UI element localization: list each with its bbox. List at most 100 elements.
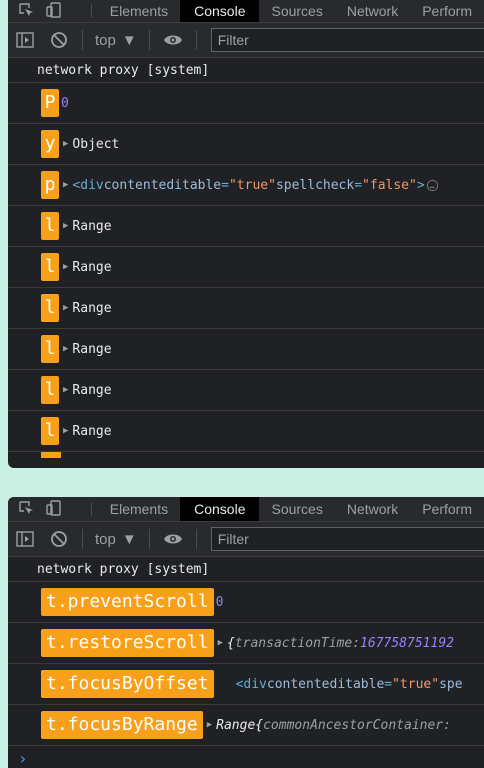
console-toolbar: top ▼ bbox=[8, 23, 484, 58]
console-toolbar: top ▼ bbox=[8, 522, 484, 557]
tab-elements[interactable]: Elements bbox=[98, 0, 180, 22]
log-badge: l bbox=[41, 335, 59, 363]
element-attr-eq: = bbox=[221, 177, 229, 193]
tab-performance[interactable]: Perform bbox=[410, 497, 484, 521]
system-message-text: network proxy [system] bbox=[37, 62, 210, 78]
filter-input[interactable] bbox=[210, 527, 484, 551]
log-row-partial bbox=[8, 452, 484, 458]
device-toolbar-icon[interactable] bbox=[46, 1, 62, 21]
element-tag-open[interactable]: <div bbox=[236, 677, 267, 692]
expand-triangle-icon[interactable]: ▶ bbox=[63, 221, 68, 231]
log-number-value: 0 bbox=[215, 594, 224, 610]
object-value: 167758751192 bbox=[360, 635, 454, 651]
log-object-value[interactable]: Range bbox=[72, 383, 111, 398]
element-attr-value: "true" bbox=[392, 676, 440, 692]
object-brace: { bbox=[255, 717, 264, 733]
expand-triangle-icon[interactable]: ▶ bbox=[63, 385, 68, 395]
log-badge: l bbox=[41, 212, 59, 240]
log-row: l ▶ Range bbox=[8, 370, 484, 411]
live-expression-eye-icon[interactable] bbox=[156, 532, 190, 546]
log-row: p ▶ <div contenteditable = "true" spellche… bbox=[8, 165, 484, 206]
log-badge: l bbox=[41, 376, 59, 404]
log-row: t.focusByRange ▶ Range {commonAncestorCo… bbox=[8, 705, 484, 746]
log-object-value[interactable]: Range bbox=[72, 301, 111, 316]
log-badge: p bbox=[41, 171, 59, 199]
log-badge: t.preventScroll bbox=[41, 588, 214, 616]
object-colon: : bbox=[352, 635, 361, 651]
toolbar-separator bbox=[148, 30, 150, 50]
expand-triangle-icon[interactable]: ▶ bbox=[207, 720, 212, 730]
log-badge: t.restoreScroll bbox=[41, 629, 214, 657]
expand-triangle-icon[interactable]: ▶ bbox=[63, 303, 68, 313]
tab-console[interactable]: Console bbox=[180, 497, 260, 521]
log-object-value[interactable]: Range bbox=[72, 219, 111, 234]
clear-console-icon[interactable] bbox=[42, 31, 76, 49]
inspect-element-icon[interactable] bbox=[18, 2, 34, 21]
ellipsis-icon[interactable]: … bbox=[426, 179, 438, 191]
prompt-chevron-icon: › bbox=[18, 748, 28, 768]
log-row: t.preventScroll 0 bbox=[8, 582, 484, 623]
system-message-text: network proxy [system] bbox=[37, 561, 210, 577]
log-object-value[interactable]: Range bbox=[72, 424, 111, 439]
object-type-name[interactable]: Range bbox=[216, 718, 255, 733]
tab-sources[interactable]: Sources bbox=[259, 0, 334, 22]
tab-network[interactable]: Network bbox=[335, 0, 410, 22]
inspect-element-icon[interactable] bbox=[18, 500, 34, 519]
tab-console[interactable]: Console bbox=[180, 0, 260, 22]
clear-console-icon[interactable] bbox=[42, 530, 76, 548]
devtools-tab-bar: Elements Console Sources Network Perform bbox=[8, 0, 484, 23]
toolbar-separator bbox=[82, 529, 83, 549]
system-message: network proxy [system] bbox=[8, 58, 484, 83]
tab-bar-tools bbox=[8, 1, 85, 21]
object-key: commonAncestorContainer bbox=[263, 717, 444, 733]
expand-triangle-icon[interactable]: ▶ bbox=[63, 180, 68, 190]
element-attr-name: spellcheck bbox=[275, 177, 355, 193]
element-attr-name: spe bbox=[439, 676, 463, 692]
expand-triangle-icon[interactable]: ▶ bbox=[63, 139, 68, 149]
element-tag-open[interactable]: <div bbox=[72, 178, 103, 193]
sidebar-toggle-icon[interactable] bbox=[8, 531, 42, 547]
log-row: l ▶ Range bbox=[8, 411, 484, 452]
expand-triangle-icon[interactable]: ▶ bbox=[63, 262, 68, 272]
element-tag-close: > bbox=[416, 177, 425, 193]
log-badge: t.focusByOffset bbox=[41, 670, 214, 698]
log-badge: t.focusByRange bbox=[41, 711, 203, 739]
log-badge: P bbox=[41, 89, 59, 117]
expand-triangle-icon[interactable]: ▶ bbox=[63, 426, 68, 436]
console-prompt[interactable]: › bbox=[8, 746, 484, 768]
tab-sources[interactable]: Sources bbox=[259, 497, 334, 521]
tab-separator bbox=[90, 4, 92, 18]
log-object-value[interactable]: Range bbox=[72, 342, 111, 357]
filter-input[interactable] bbox=[210, 28, 484, 52]
context-label: top bbox=[95, 31, 116, 49]
tab-performance[interactable]: Perform bbox=[410, 0, 484, 22]
devtools-tab-bar: Elements Console Sources Network Perform bbox=[8, 497, 484, 522]
tab-elements[interactable]: Elements bbox=[98, 497, 180, 521]
context-selector[interactable]: top ▼ bbox=[89, 531, 143, 548]
context-label: top bbox=[95, 530, 116, 548]
sidebar-toggle-icon[interactable] bbox=[8, 32, 42, 48]
devtools-panel-top: Elements Console Sources Network Perform… bbox=[8, 0, 484, 468]
object-key: transactionTime bbox=[234, 635, 353, 651]
tab-bar-tools bbox=[8, 499, 85, 519]
expand-triangle-icon[interactable]: ▶ bbox=[63, 344, 68, 354]
element-attr-eq: = bbox=[354, 177, 363, 193]
tab-network[interactable]: Network bbox=[335, 497, 410, 521]
toolbar-separator bbox=[195, 529, 197, 549]
log-object-value[interactable]: Range bbox=[72, 260, 111, 275]
element-attr-value: "false" bbox=[362, 177, 417, 193]
element-attr-eq: = bbox=[384, 676, 393, 692]
toolbar-separator bbox=[195, 30, 197, 50]
log-row: l ▶ Range bbox=[8, 206, 484, 247]
log-row: t.focusByOffset <div contenteditable = "tr… bbox=[8, 664, 484, 705]
log-badge-partial bbox=[41, 452, 61, 458]
log-row: l ▶ Range bbox=[8, 288, 484, 329]
live-expression-eye-icon[interactable] bbox=[156, 33, 190, 47]
log-object-value[interactable]: Object bbox=[72, 137, 119, 152]
log-badge: y bbox=[41, 130, 59, 158]
object-brace[interactable]: { bbox=[227, 636, 235, 651]
context-selector[interactable]: top ▼ bbox=[89, 32, 143, 49]
expand-triangle-icon[interactable]: ▶ bbox=[218, 638, 223, 648]
device-toolbar-icon[interactable] bbox=[46, 499, 62, 519]
log-row: t.restoreScroll ▶ {transactionTime: 1677… bbox=[8, 623, 484, 664]
